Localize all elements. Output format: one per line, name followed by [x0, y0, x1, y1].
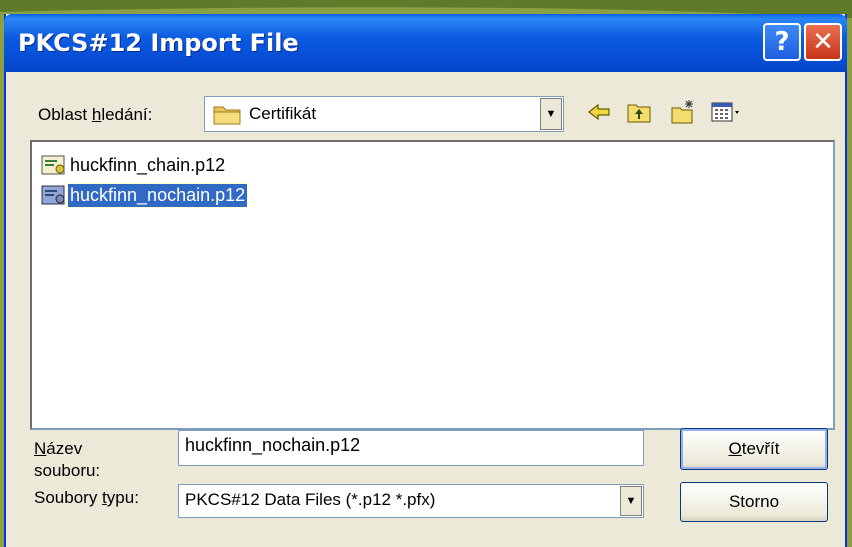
window-title: PKCS#12 Import File [18, 29, 299, 57]
folder-icon [213, 106, 241, 125]
chevron-down-icon: ▼ [625, 495, 637, 507]
close-button[interactable]: ✕ [804, 23, 842, 61]
cancel-button[interactable]: Storno [680, 482, 828, 522]
open-button-accel: O [728, 439, 742, 458]
file-name: huckfinn_nochain.p12 [66, 182, 249, 208]
new-folder-icon[interactable] [670, 99, 696, 125]
import-dialog: PKCS#12 Import File ? ✕ Oblast hledání: … [4, 14, 847, 547]
filename-label-accel: N [34, 439, 47, 458]
lookin-dropdown-button[interactable]: ▼ [540, 98, 562, 130]
filetype-value: PKCS#12 Data Files (*.p12 *.pfx) [185, 490, 436, 509]
close-icon: ✕ [812, 27, 834, 57]
lookin-label-pre: Oblast [38, 105, 92, 124]
filename-label-line1: ázev [46, 439, 83, 458]
certificate-file-icon [41, 185, 65, 205]
help-button[interactable]: ? [763, 23, 801, 61]
view-menu-icon[interactable] [710, 99, 744, 125]
chevron-down-icon: ▼ [545, 108, 557, 120]
filetype-label: Soubory typu: [34, 488, 139, 508]
lookin-combo[interactable]: Certifikát ▼ [204, 96, 564, 132]
title-bar[interactable]: PKCS#12 Import File ? ✕ [4, 14, 847, 72]
up-folder-icon[interactable] [626, 99, 652, 125]
lookin-value: Certifikát [249, 104, 317, 123]
file-list[interactable]: huckfinn_chain.p12 huckfinn_nochain.p12 [30, 140, 835, 430]
filetype-label-pre: Soubory [34, 488, 103, 507]
list-item[interactable]: huckfinn_chain.p12 [40, 152, 227, 178]
cancel-button-label: Storno [728, 492, 780, 511]
filename-input[interactable]: huckfinn_nochain.p12 [178, 430, 644, 466]
certificate-file-icon [41, 155, 65, 175]
lookin-label: Oblast hledání: [38, 105, 152, 125]
open-button[interactable]: Otevřít [680, 428, 828, 470]
filename-label-line2: souboru: [34, 461, 101, 480]
list-item[interactable]: huckfinn_nochain.p12 [40, 182, 249, 208]
file-name: huckfinn_chain.p12 [70, 154, 226, 175]
filename-label: Název souboru: [34, 438, 100, 482]
filetype-dropdown-button[interactable]: ▼ [620, 486, 642, 516]
back-arrow-icon[interactable] [586, 99, 612, 125]
lookin-label-post: ledání: [101, 105, 153, 124]
filetype-combo[interactable]: PKCS#12 Data Files (*.p12 *.pfx) ▼ [178, 484, 644, 518]
lookin-label-accel: h [91, 105, 102, 124]
open-button-label: tevřít [741, 439, 780, 458]
filetype-label-post: ypu: [106, 488, 139, 507]
help-icon: ? [774, 27, 790, 57]
